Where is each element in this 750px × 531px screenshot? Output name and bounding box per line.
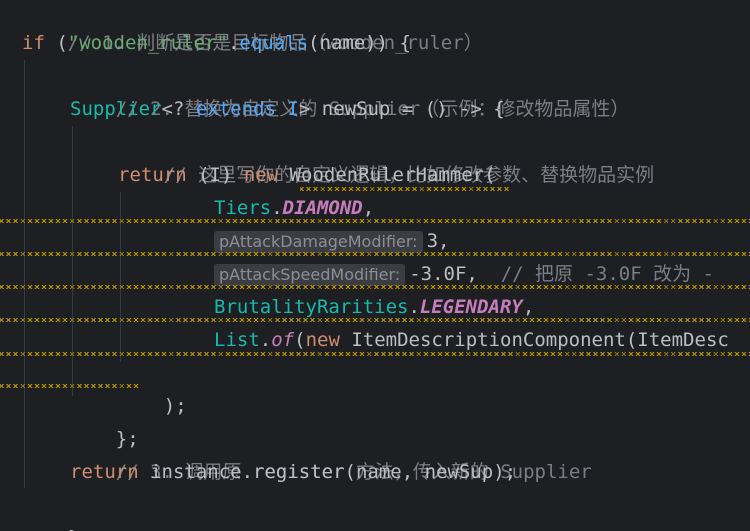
parameter-hint: pAttackSpeedModifier: [214,263,406,286]
keyword-new: new [305,329,340,351]
number-literal: 3, [426,230,450,252]
warning-squiggle [300,187,510,191]
punctuation: , [522,296,535,318]
static-field: LEGENDARY [419,296,523,318]
class-name: Tiers [214,197,272,219]
code-line-13[interactable]: }; [70,390,139,450]
type-param: I [275,98,299,120]
punctuation: ( [294,329,306,351]
keyword-if: if [22,32,45,54]
class-name: BrutalityRarities [214,296,409,318]
static-field: DIAMOND [282,197,363,219]
punctuation: . [408,296,420,318]
string-literal: "wooden_ruler" [67,32,228,54]
punctuation: ( [44,32,68,54]
warning-squiggle [0,252,750,256]
punctuation: ); [163,395,187,417]
code-line-5[interactable]: // 这里写你的自定义逻辑，比如修改参数、替换物品实例 [118,126,654,186]
code-line-14[interactable]: // 3. 调用原 register 方法，传入新的 Supplier [70,423,592,483]
keyword-return: return [118,164,187,186]
code-line-15[interactable]: return instance.register(name, newSup); [70,456,516,489]
code-line-16[interactable]: } [22,489,79,531]
code-editor[interactable]: // 1. 判断是否是目标物品（wooden_ruler） if ("woode… [0,0,750,531]
punctuation: = () -> { [390,98,505,120]
punctuation: (I) [186,164,244,186]
keyword-return: return [70,461,139,483]
punctuation: (name)) { [308,32,411,54]
punctuation: > [298,98,322,120]
keyword-new: new [243,164,279,186]
class-name: WoodenRulerHammer( [278,164,496,186]
warning-squiggle [0,285,750,289]
punctuation: <? [161,98,196,120]
punctuation: } [68,527,79,531]
parameter-hint: pAttackDamageModifier: [214,230,423,253]
number-literal: -3.0F, [409,263,478,285]
punctuation: . [259,329,272,351]
code-line-3[interactable]: // 2. 替换为自定义的 Supplier（示例：修改物品属性） [70,60,630,120]
warning-squiggle [0,318,750,322]
method-name: equals [239,32,309,54]
warning-squiggle [0,352,750,356]
code-line-1[interactable]: // 1. 判断是否是目标物品（wooden_ruler） [22,0,483,54]
keyword-extends: extends [195,98,276,120]
warning-squiggle [0,219,750,223]
comment: // 把原 -3.0F 改为 - [477,263,714,285]
class-name: List [214,329,260,351]
variable-name: newSup [321,98,391,120]
punctuation: . [227,32,240,54]
method-call: instance.register(name, newSup); [138,461,517,483]
code-line-4[interactable]: Supplier<? extends I> newSup = () -> { [70,93,505,126]
indent-guide [24,60,25,488]
punctuation: . [271,197,283,219]
type-name: Supplier [70,98,162,120]
code-line-2[interactable]: if ("wooden_ruler".equals(name)) { [22,27,411,60]
class-name: ItemDescriptionComponent(ItemDesc [339,329,729,351]
punctuation: , [362,197,375,219]
static-method: of [271,329,295,351]
warning-squiggle [0,384,140,388]
